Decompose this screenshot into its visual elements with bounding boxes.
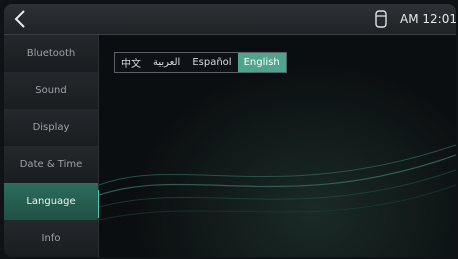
usb-icon	[375, 10, 387, 28]
sidebar-item-info[interactable]: Info	[4, 220, 98, 257]
language-option-english[interactable]: English	[237, 53, 286, 72]
app-window: AM 12:01 Bluetooth Sound Display Date & …	[4, 4, 456, 257]
language-option-chinese[interactable]: 中文	[115, 53, 147, 72]
chevron-left-icon	[14, 10, 25, 28]
language-selector: 中文 العربية Español English	[114, 52, 287, 73]
clock: AM 12:01	[400, 12, 456, 26]
back-button[interactable]	[10, 8, 32, 30]
settings-sidebar: Bluetooth Sound Display Date & Time Lang…	[4, 35, 99, 257]
sidebar-item-date-time[interactable]: Date & Time	[4, 146, 98, 184]
language-option-arabic[interactable]: العربية	[147, 53, 186, 72]
sidebar-item-display[interactable]: Display	[4, 109, 98, 147]
language-option-spanish[interactable]: Español	[186, 53, 237, 72]
top-bar: AM 12:01	[4, 4, 456, 35]
sidebar-item-sound[interactable]: Sound	[4, 72, 98, 110]
language-panel: 中文 العربية Español English	[99, 35, 456, 257]
sidebar-item-language[interactable]: Language	[4, 183, 98, 221]
sidebar-item-bluetooth[interactable]: Bluetooth	[4, 35, 98, 73]
